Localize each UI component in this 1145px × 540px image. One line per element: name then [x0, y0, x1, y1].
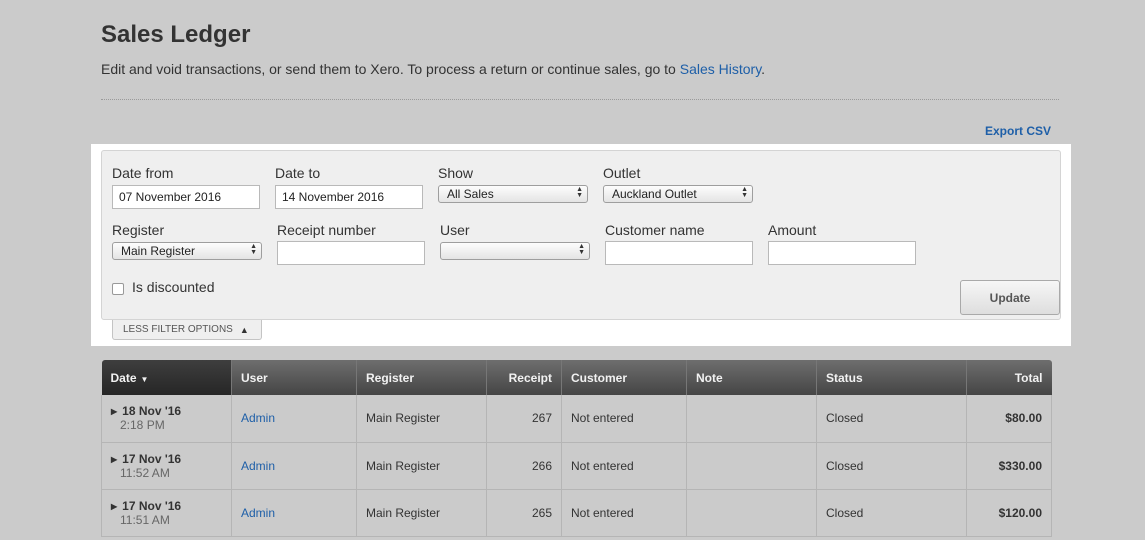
select-arrows-icon: ▲ ▼ — [250, 243, 257, 256]
select-arrows-icon: ▲ ▼ — [576, 186, 583, 199]
expand-row-icon[interactable]: ▶ — [111, 502, 117, 511]
select-arrows-icon: ▲ ▼ — [578, 243, 585, 256]
register-cell: Main Register — [356, 442, 487, 490]
date-to-label: Date to — [275, 165, 321, 181]
note-cell — [686, 489, 817, 537]
row-time: 11:51 AM — [120, 512, 170, 527]
expand-row-icon[interactable]: ▶ — [111, 455, 117, 464]
note-cell — [686, 395, 817, 443]
table-row[interactable]: ▶ 17 Nov '16 11:51 AM Admin Main Register… — [101, 489, 1052, 537]
filter-panel: Date from Date to Show All Sales ▲▼ Outl… — [101, 150, 1061, 320]
register-cell: Main Register — [356, 395, 487, 443]
select-arrows-icon: ▲ ▼ — [741, 186, 748, 199]
user-cell: Admin — [231, 395, 357, 443]
user-label: User — [440, 222, 470, 238]
receipt-cell: 266 — [486, 442, 562, 490]
date-to-input[interactable] — [275, 185, 423, 209]
total-cell: $330.00 — [966, 442, 1052, 490]
date-cell[interactable]: ▶ 18 Nov '16 2:18 PM — [101, 395, 232, 443]
date-cell[interactable]: ▶ 17 Nov '16 11:51 AM — [101, 489, 232, 537]
expand-row-icon[interactable]: ▶ — [111, 407, 117, 416]
sales-history-link[interactable]: Sales History — [680, 61, 761, 77]
show-select[interactable]: All Sales ▲ ▼ — [438, 185, 588, 203]
register-select[interactable]: Main Register ▲ ▼ — [112, 242, 262, 260]
customer-cell: Not entered — [561, 442, 687, 490]
register-select-value: Main Register — [121, 244, 196, 258]
subtitle-end: . — [761, 61, 766, 77]
table-row[interactable]: ▶ 18 Nov '16 2:18 PM Admin Main Register … — [101, 395, 1052, 443]
amount-label: Amount — [768, 222, 817, 238]
register-label: Register — [112, 222, 165, 238]
customer-name-input[interactable] — [605, 241, 753, 265]
total-cell: $80.00 — [966, 395, 1052, 443]
note-cell — [686, 442, 817, 490]
column-header-date-label: Date — [110, 370, 137, 385]
update-button[interactable]: Update — [960, 280, 1060, 315]
column-header-total[interactable]: Total — [966, 360, 1052, 395]
column-header-user[interactable]: User — [231, 360, 357, 395]
row-date-value: 17 Nov '16 — [122, 451, 182, 466]
row-date-value: 17 Nov '16 — [122, 498, 182, 513]
column-header-note[interactable]: Note — [686, 360, 817, 395]
collapse-up-icon: ▲ — [239, 324, 249, 335]
user-cell: Admin — [231, 489, 357, 537]
is-discounted-checkbox[interactable] — [112, 283, 124, 295]
less-filter-options-toggle[interactable]: LESS FILTER OPTIONS ▲ — [112, 320, 262, 340]
user-link[interactable]: Admin — [241, 459, 275, 473]
less-filter-options-label: LESS FILTER OPTIONS — [123, 324, 233, 335]
column-header-customer[interactable]: Customer — [561, 360, 687, 395]
customer-cell: Not entered — [561, 489, 687, 537]
row-time: 11:52 AM — [120, 465, 170, 480]
customer-name-label: Customer name — [605, 222, 705, 238]
receipt-cell: 267 — [486, 395, 562, 443]
user-link[interactable]: Admin — [241, 411, 275, 425]
sales-table: Date ▼ User Register Receipt Customer Not… — [101, 360, 1052, 537]
column-header-receipt[interactable]: Receipt — [486, 360, 562, 395]
user-select[interactable]: ▲ ▼ — [440, 242, 590, 260]
row-time: 2:18 PM — [120, 418, 165, 433]
status-cell: Closed — [816, 442, 967, 490]
divider — [101, 99, 1059, 100]
date-from-input[interactable] — [112, 185, 260, 209]
total-cell: $120.00 — [966, 489, 1052, 537]
row-date-value: 18 Nov '16 — [122, 404, 182, 419]
column-header-status[interactable]: Status — [816, 360, 967, 395]
row-date: ▶ 17 Nov '16 — [111, 499, 222, 513]
user-cell: Admin — [231, 442, 357, 490]
outlet-select[interactable]: Auckland Outlet ▲ ▼ — [603, 185, 753, 203]
export-csv-link[interactable]: Export CSV — [985, 124, 1051, 138]
row-date: ▶ 17 Nov '16 — [111, 452, 222, 466]
table-row[interactable]: ▶ 17 Nov '16 11:52 AM Admin Main Register… — [101, 442, 1052, 490]
filter-section: Date from Date to Show All Sales ▲▼ Outl… — [91, 144, 1071, 346]
outlet-label: Outlet — [603, 165, 641, 181]
receipt-number-label: Receipt number — [277, 222, 376, 238]
table-header-row: Date ▼ User Register Receipt Customer Not… — [101, 360, 1052, 395]
user-link[interactable]: Admin — [241, 506, 275, 520]
row-date: ▶ 18 Nov '16 — [111, 404, 222, 418]
status-cell: Closed — [816, 395, 967, 443]
sort-down-icon: ▼ — [140, 374, 149, 384]
subtitle-text: Edit and void transactions, or send them… — [101, 61, 680, 77]
page-subtitle: Edit and void transactions, or send them… — [101, 61, 765, 77]
column-header-register[interactable]: Register — [356, 360, 487, 395]
is-discounted-label: Is discounted — [132, 279, 215, 295]
receipt-number-input[interactable] — [277, 241, 425, 265]
show-label: Show — [438, 165, 474, 181]
customer-cell: Not entered — [561, 395, 687, 443]
show-select-value: All Sales — [447, 187, 494, 201]
outlet-select-value: Auckland Outlet — [612, 187, 697, 201]
status-cell: Closed — [816, 489, 967, 537]
date-from-label: Date from — [112, 165, 174, 181]
page-title: Sales Ledger — [101, 21, 251, 48]
register-cell: Main Register — [356, 489, 487, 537]
amount-input[interactable] — [768, 241, 916, 265]
date-cell[interactable]: ▶ 17 Nov '16 11:52 AM — [101, 442, 232, 490]
receipt-cell: 265 — [486, 489, 562, 537]
column-header-date[interactable]: Date ▼ — [101, 360, 232, 395]
